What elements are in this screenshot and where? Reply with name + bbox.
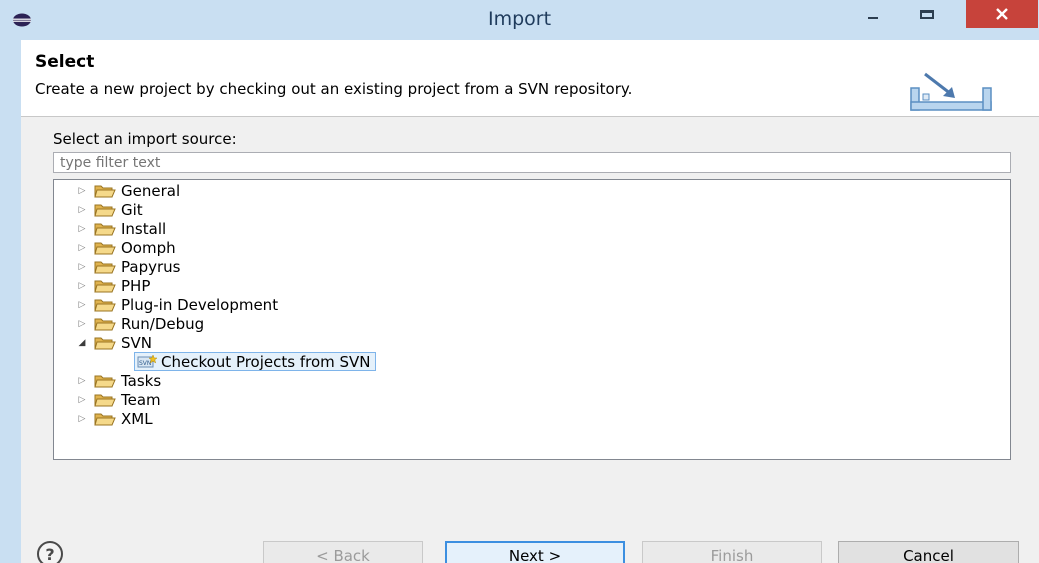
folder-icon xyxy=(94,242,116,254)
tree-item-label: Checkout Projects from SVN xyxy=(161,352,371,371)
tree-item-run-debug[interactable]: ▷ Run/Debug xyxy=(74,314,205,333)
window-border xyxy=(0,40,21,563)
page-description: Create a new project by checking out an … xyxy=(35,80,633,98)
tree-item-label: Oomph xyxy=(121,238,176,257)
expand-arrow-icon[interactable]: ▷ xyxy=(74,240,90,256)
tree-item-label: Papyrus xyxy=(121,257,181,276)
close-icon xyxy=(996,8,1008,20)
expand-arrow-icon[interactable]: ▷ xyxy=(74,183,90,199)
tree-item-label: Team xyxy=(121,390,161,409)
tree-item-label: General xyxy=(121,181,181,200)
expand-arrow-icon[interactable]: ▷ xyxy=(74,221,90,237)
tree-item-label: Git xyxy=(121,200,143,219)
folder-icon xyxy=(94,337,116,349)
tree-item-xml[interactable]: ▷ XML xyxy=(74,409,153,428)
expand-arrow-icon[interactable]: ▷ xyxy=(74,297,90,313)
tree-item-checkout-projects-from-svn[interactable]: SVN Checkout Projects from SVN xyxy=(134,352,376,371)
tree-item-oomph[interactable]: ▷ Oomph xyxy=(74,238,176,257)
tree-item-papyrus[interactable]: ▷ Papyrus xyxy=(74,257,181,276)
expand-arrow-icon[interactable]: ▷ xyxy=(74,392,90,408)
folder-icon xyxy=(94,299,116,311)
tree-item-plugin-development[interactable]: ▷ Plug-in Development xyxy=(74,295,279,314)
tree-item-label: PHP xyxy=(121,276,151,295)
tree-item-label: Install xyxy=(121,219,167,238)
expand-arrow-icon[interactable]: ▷ xyxy=(74,278,90,294)
folder-icon xyxy=(94,413,116,425)
import-dialog: Import Select Create a new project by ch… xyxy=(0,0,1039,563)
minimize-icon xyxy=(868,17,878,19)
tree-item-tasks[interactable]: ▷ Tasks xyxy=(74,371,162,390)
folder-icon xyxy=(94,261,116,273)
finish-button[interactable]: Finish xyxy=(642,541,822,563)
close-button[interactable] xyxy=(966,0,1038,28)
maximize-button[interactable] xyxy=(912,0,942,28)
back-button[interactable]: < Back xyxy=(263,541,423,563)
folder-icon xyxy=(94,375,116,387)
expand-arrow-icon[interactable]: ▷ xyxy=(74,411,90,427)
help-button[interactable]: ? xyxy=(37,541,63,563)
folder-icon xyxy=(94,185,116,197)
tree-item-php[interactable]: ▷ PHP xyxy=(74,276,151,295)
tree-item-label: Plug-in Development xyxy=(121,295,279,314)
maximize-icon xyxy=(920,9,934,19)
import-source-label: Select an import source: xyxy=(53,130,237,148)
svg-text:SVN: SVN xyxy=(139,360,151,367)
expand-arrow-icon[interactable]: ▷ xyxy=(74,259,90,275)
tree-item-svn[interactable]: ◢ SVN xyxy=(74,333,152,352)
folder-icon xyxy=(94,204,116,216)
expand-arrow-icon[interactable]: ▷ xyxy=(74,316,90,332)
filter-input[interactable] xyxy=(53,152,1011,173)
import-source-tree[interactable]: ▷ General ▷ Git ▷ Install ▷ Oomph ▷ Papy… xyxy=(53,179,1011,460)
title-bar[interactable]: Import xyxy=(0,0,1039,40)
expand-arrow-icon[interactable]: ▷ xyxy=(74,373,90,389)
header-banner: Select Create a new project by checking … xyxy=(21,40,1039,117)
cancel-button[interactable]: Cancel xyxy=(838,541,1019,563)
svn-checkout-icon: SVN xyxy=(137,353,157,367)
expand-arrow-icon[interactable]: ▷ xyxy=(74,202,90,218)
tree-item-team[interactable]: ▷ Team xyxy=(74,390,161,409)
tree-item-label: Run/Debug xyxy=(121,314,205,333)
tree-item-install[interactable]: ▷ Install xyxy=(74,219,167,238)
import-wizard-icon xyxy=(910,72,992,111)
collapse-arrow-icon[interactable]: ◢ xyxy=(74,335,90,351)
next-button[interactable]: Next > xyxy=(445,541,625,563)
folder-icon xyxy=(94,280,116,292)
folder-icon xyxy=(94,318,116,330)
minimize-button[interactable] xyxy=(858,0,888,28)
help-icon: ? xyxy=(45,544,55,563)
folder-icon xyxy=(94,223,116,235)
tree-item-label: SVN xyxy=(121,333,153,352)
tree-item-git[interactable]: ▷ Git xyxy=(74,200,143,219)
tree-item-label: XML xyxy=(121,409,153,428)
folder-icon xyxy=(94,394,116,406)
tree-item-general[interactable]: ▷ General xyxy=(74,181,181,200)
page-title: Select xyxy=(35,52,95,72)
tree-item-label: Tasks xyxy=(121,371,162,390)
